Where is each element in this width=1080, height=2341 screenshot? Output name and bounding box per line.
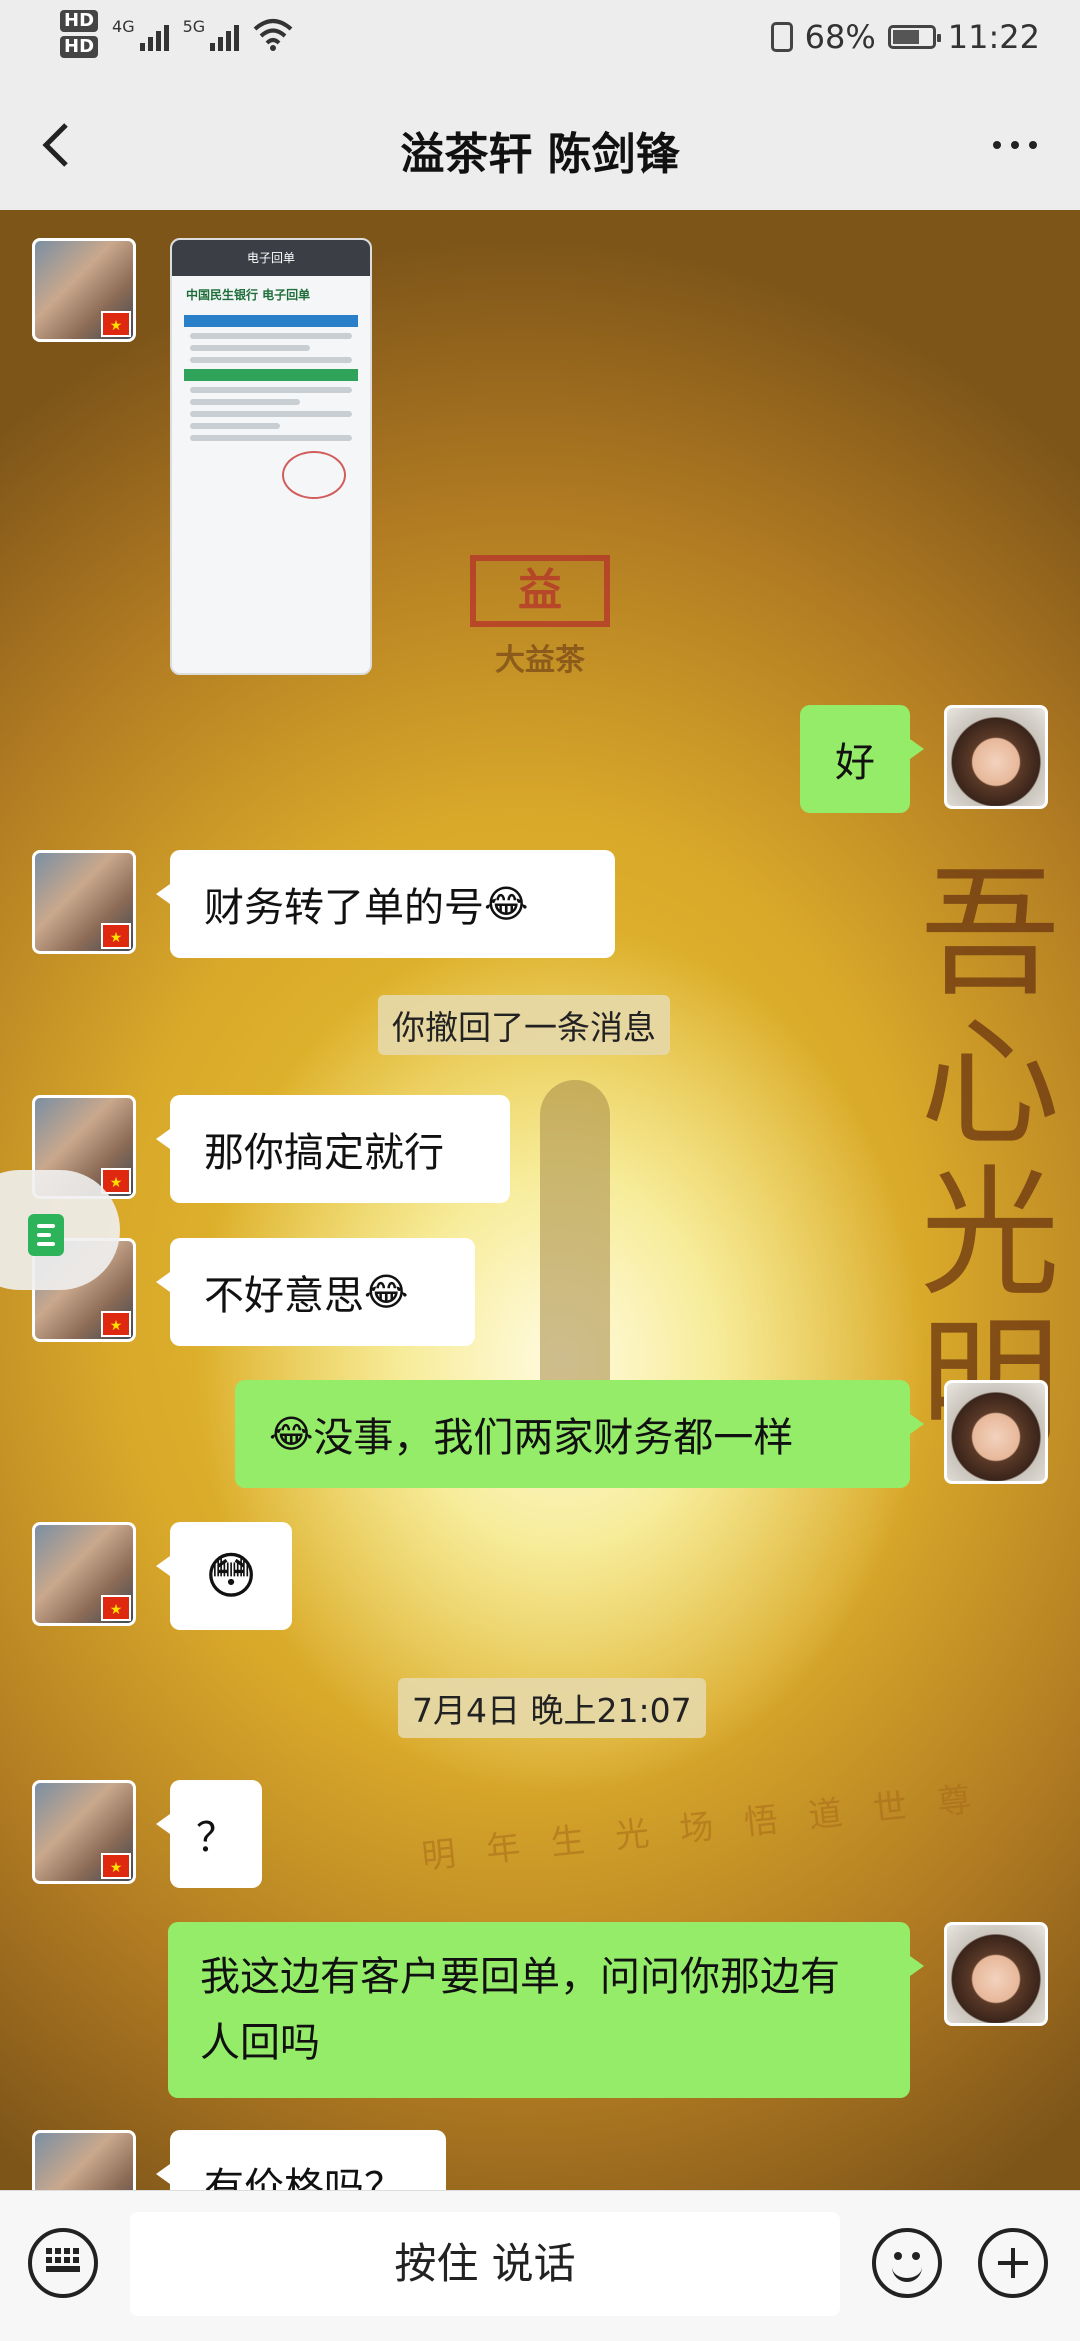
network-type-5g: 5G — [182, 17, 206, 36]
message-bubble-self[interactable]: 我这边有客户要回单，问问你那边有人回吗 — [168, 1922, 924, 2098]
avatar-contact[interactable]: ★ — [32, 2130, 136, 2190]
brand-logo: 益 大益茶 — [470, 555, 610, 678]
avatar-self[interactable] — [944, 705, 1048, 809]
avatar-self[interactable] — [944, 1380, 1048, 1484]
receipt-stamp — [282, 451, 346, 499]
avatar-contact[interactable]: ★ — [32, 1522, 136, 1626]
keyboard-icon[interactable] — [28, 2228, 98, 2298]
message-text: 那你搞定就行 — [204, 1130, 444, 1176]
avatar-contact[interactable]: ★ — [32, 1780, 136, 1884]
message-bubble-self[interactable]: 😂 没事，我们两家财务都一样 — [235, 1380, 924, 1488]
recalled-notice: 你撤回了一条消息 — [378, 995, 670, 1055]
message-bubble-contact[interactable]: 不好意思 😂 — [156, 1238, 475, 1346]
hd-indicators: HD HD — [60, 10, 99, 58]
more-dots-icon[interactable] — [980, 120, 1050, 170]
clock: 11:22 — [947, 18, 1040, 56]
avatar-contact[interactable]: ★ — [32, 238, 136, 342]
avatar-contact[interactable]: ★ — [32, 850, 136, 954]
receipt-bank-name: 中国民生银行 电子回单 — [186, 288, 311, 302]
receipt-header: 电子回单 — [172, 240, 370, 276]
hd-badge-1: HD — [60, 10, 99, 32]
input-bar: 按住 说话 — [0, 2190, 1080, 2341]
message-bubble-contact[interactable]: ？ — [156, 1780, 262, 1888]
emoji-smile-icon[interactable] — [872, 2228, 942, 2298]
tears-of-joy-emoji: 😂 — [269, 1412, 314, 1456]
message-bubble-contact[interactable]: 那你搞定就行 — [156, 1095, 510, 1203]
tears-of-joy-emoji: 😂 — [364, 1270, 409, 1314]
hold-to-talk-button[interactable]: 按住 说话 — [130, 2212, 840, 2316]
message-text: 好 — [835, 740, 875, 786]
chat-area[interactable]: 益 大益茶 吾心光明 明 年 生 光 场 悟 道 世 尊 ★ 电子回单 中国民生… — [0, 210, 1080, 2190]
chat-header: 溢茶轩 陈剑锋 — [0, 80, 1080, 210]
hd-badge-2: HD — [60, 36, 99, 58]
message-text: 有价格吗？ — [204, 2165, 404, 2190]
message-text: 不好意思 — [204, 1273, 364, 1319]
message-timestamp: 7月4日 晚上21:07 — [398, 1678, 706, 1738]
message-bubble-contact[interactable]: 财务转了单的号 😂 — [156, 850, 615, 958]
chat-title: 溢茶轩 陈剑锋 — [400, 129, 680, 180]
message-text: 没事，我们两家财务都一样 — [313, 1415, 794, 1461]
status-bar: HD HD 4G 5G 68% 11:22 — [0, 0, 1080, 80]
status-left: HD HD 4G 5G — [60, 10, 293, 58]
floating-side-tab[interactable] — [0, 1170, 120, 1290]
flushed-face-emoji: 😳 — [204, 1547, 258, 1605]
vibrate-icon — [770, 22, 793, 52]
wifi-icon — [253, 19, 293, 51]
signal-4g-icon: 4G — [112, 17, 169, 51]
message-text: 财务转了单的号 — [204, 885, 484, 931]
image-message-receipt[interactable]: 电子回单 中国民生银行 电子回单 — [170, 238, 372, 675]
message-bubble-contact[interactable]: 有价格吗？ — [156, 2130, 446, 2190]
brand-text: 大益茶 — [495, 643, 585, 678]
plus-circle-icon[interactable] — [978, 2228, 1048, 2298]
background-calligraphy: 吾心光明 — [920, 853, 1061, 1460]
background-verse: 明 年 生 光 场 悟 道 世 尊 — [419, 1778, 984, 1878]
background-figure — [540, 1080, 610, 1420]
signal-5g-icon: 5G — [183, 17, 240, 51]
avatar-self[interactable] — [944, 1922, 1048, 2026]
message-text: ？ — [196, 1815, 236, 1861]
battery-percent: 68% — [804, 18, 876, 56]
network-type-4g: 4G — [112, 17, 135, 36]
message-bubble-contact[interactable]: 😳 — [156, 1522, 292, 1630]
battery-icon — [887, 25, 941, 49]
message-text: 我这边有客户要回单，问问你那边有人回吗 — [200, 1954, 840, 2066]
status-right: 68% 11:22 — [770, 18, 1040, 56]
document-icon — [28, 1214, 64, 1256]
tears-of-joy-emoji: 😂 — [484, 882, 529, 926]
message-bubble-self[interactable]: 好 — [800, 705, 924, 813]
